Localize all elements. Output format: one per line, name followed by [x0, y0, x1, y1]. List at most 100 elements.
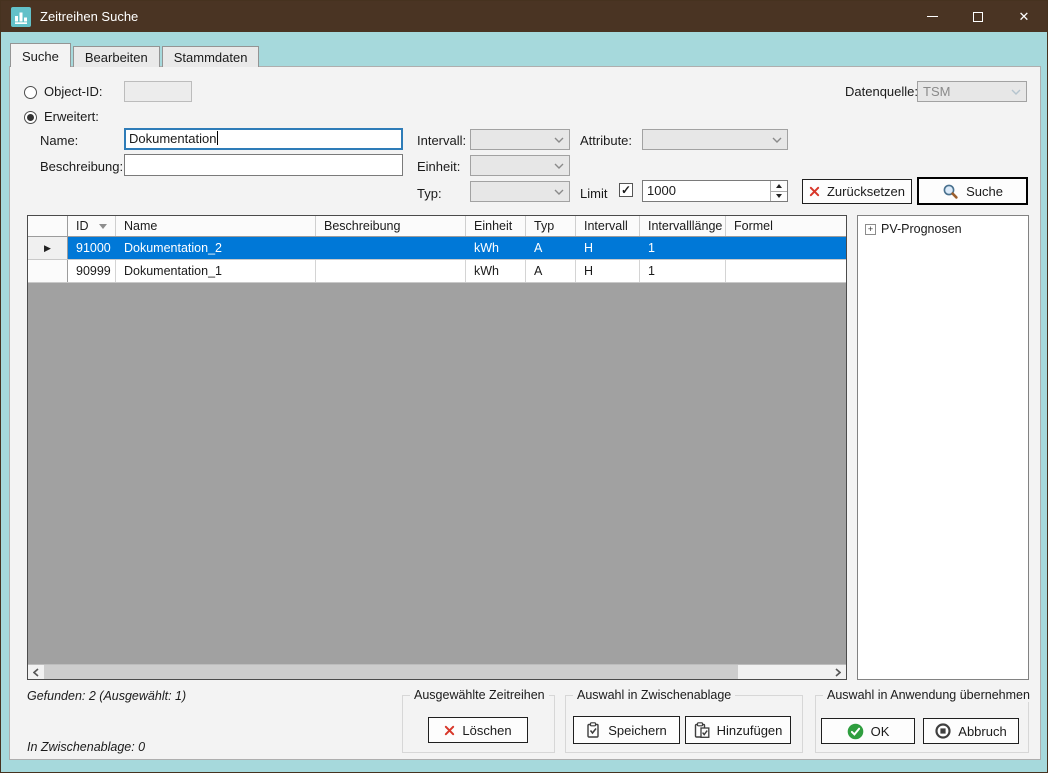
red-x-icon [444, 725, 455, 736]
speichern-button[interactable]: Speichern [573, 716, 680, 744]
tab-stammdaten[interactable]: Stammdaten [162, 46, 260, 67]
ok-label: OK [871, 724, 890, 739]
row-selector-header [28, 216, 68, 236]
cell-id: 90999 [68, 260, 116, 282]
row-selector-cell [28, 260, 68, 282]
tab-bearbeiten[interactable]: Bearbeiten [73, 46, 160, 67]
maximize-button[interactable] [955, 1, 1001, 32]
tree-node-pv-prognosen[interactable]: + PV-Prognosen [865, 222, 962, 236]
tab-bar: Suche Bearbeiten Stammdaten [10, 43, 261, 67]
group-selected-series: Ausgewählte Zeitreihen Löschen [402, 695, 555, 753]
chevron-right-icon [835, 668, 841, 677]
stop-icon [935, 723, 951, 739]
tree-panel: + PV-Prognosen [857, 215, 1029, 680]
group-title: Ausgewählte Zeitreihen [410, 688, 549, 702]
column-header-einheit[interactable]: Einheit [466, 216, 526, 236]
erweitert-label: Erweitert: [44, 109, 99, 124]
close-icon: ✕ [1019, 9, 1030, 25]
cell-name: Dokumentation_2 [116, 237, 316, 259]
name-input[interactable]: Dokumentation [124, 128, 403, 150]
spinner-down-button[interactable] [771, 191, 787, 202]
cell-typ: A [526, 260, 576, 282]
column-header-name[interactable]: Name [116, 216, 316, 236]
hinzufuegen-label: Hinzufügen [717, 723, 783, 738]
row-selector-cell: ▶ [28, 237, 68, 259]
limit-spinner[interactable]: 1000 [642, 180, 788, 202]
cell-intervall: H [576, 237, 640, 259]
tree-node-label: PV-Prognosen [881, 222, 962, 236]
limit-value[interactable]: 1000 [643, 181, 770, 201]
name-value: Dokumentation [129, 131, 216, 146]
loeschen-button[interactable]: Löschen [428, 717, 528, 743]
spinner-up-button[interactable] [771, 181, 787, 191]
current-row-icon: ▶ [44, 243, 51, 254]
table-row[interactable]: 90999 Dokumentation_1 kWh A H 1 [28, 260, 846, 283]
close-button[interactable]: ✕ [1001, 1, 1047, 32]
scrollbar-track[interactable] [738, 665, 830, 679]
chevron-down-icon [554, 189, 564, 195]
suche-label: Suche [966, 184, 1003, 199]
title-bar: Zeitreihen Suche ✕ [1, 1, 1047, 32]
abbruch-label: Abbruch [958, 724, 1006, 739]
intervall-select [470, 129, 570, 150]
cell-name: Dokumentation_1 [116, 260, 316, 282]
red-x-icon [809, 186, 820, 197]
results-table: ID Name Beschreibung Einheit Typ Interva… [27, 215, 847, 680]
object-id-radio[interactable] [24, 86, 37, 99]
cell-beschreibung [316, 260, 466, 282]
column-header-typ[interactable]: Typ [526, 216, 576, 236]
cell-typ: A [526, 237, 576, 259]
limit-label: Limit [580, 186, 607, 201]
group-title: Auswahl in Zwischenablage [573, 688, 735, 702]
datenquelle-value: TSM [923, 84, 950, 99]
beschreibung-label: Beschreibung: [40, 159, 123, 174]
suche-button[interactable]: Suche [917, 177, 1028, 205]
cell-einheit: kWh [466, 260, 526, 282]
chevron-down-icon [554, 163, 564, 169]
column-header-id[interactable]: ID [68, 216, 116, 236]
table-empty-area [28, 283, 846, 664]
tab-suche[interactable]: Suche [10, 43, 71, 67]
cell-formel [726, 237, 846, 259]
clipboard-status: In Zwischenablage: 0 [27, 740, 145, 754]
erweitert-radio[interactable] [24, 111, 37, 124]
app-window: Zeitreihen Suche ✕ Suche Bearbeiten Stam… [0, 0, 1048, 773]
horizontal-scrollbar[interactable] [28, 664, 846, 679]
clipboard-add-icon [694, 722, 710, 738]
group-apply: Auswahl in Anwendung übernehmen OK Abbru… [815, 695, 1029, 753]
loeschen-label: Löschen [462, 723, 511, 738]
app-chart-icon [11, 7, 31, 27]
table-row-selected[interactable]: ▶ 91000 Dokumentation_2 kWh A H 1 [28, 237, 846, 260]
attribute-select [642, 129, 788, 150]
cell-id: 91000 [68, 237, 116, 259]
chevron-down-icon [772, 137, 782, 143]
scroll-left-button[interactable] [28, 665, 44, 679]
column-header-intervalllaenge[interactable]: Intervalllänge [640, 216, 726, 236]
maximize-icon [973, 12, 983, 22]
green-check-icon [847, 723, 864, 740]
chevron-down-icon [554, 137, 564, 143]
datenquelle-label: Datenquelle: [845, 84, 918, 99]
cell-intervalllaenge: 1 [640, 260, 726, 282]
tree-expand-icon[interactable]: + [865, 224, 876, 235]
typ-label: Typ: [417, 186, 442, 201]
sort-desc-icon [99, 224, 107, 229]
abbruch-button[interactable]: Abbruch [923, 718, 1019, 744]
object-id-label: Object-ID: [44, 84, 103, 99]
column-header-beschreibung[interactable]: Beschreibung [316, 216, 466, 236]
zuruecksetzen-label: Zurücksetzen [827, 184, 905, 199]
scroll-right-button[interactable] [830, 665, 846, 679]
hinzufuegen-button[interactable]: Hinzufügen [685, 716, 791, 744]
scrollbar-thumb[interactable] [44, 665, 738, 679]
limit-checkbox[interactable]: ✓ [619, 183, 633, 197]
minimize-button[interactable] [909, 1, 955, 32]
attribute-label: Attribute: [580, 133, 632, 148]
zuruecksetzen-button[interactable]: Zurücksetzen [802, 179, 912, 204]
beschreibung-input[interactable] [124, 154, 403, 176]
typ-select [470, 181, 570, 202]
cell-intervalllaenge: 1 [640, 237, 726, 259]
column-header-intervall[interactable]: Intervall [576, 216, 640, 236]
ok-button[interactable]: OK [821, 718, 915, 744]
datenquelle-select: TSM [917, 81, 1027, 102]
column-header-formel[interactable]: Formel [726, 216, 846, 236]
